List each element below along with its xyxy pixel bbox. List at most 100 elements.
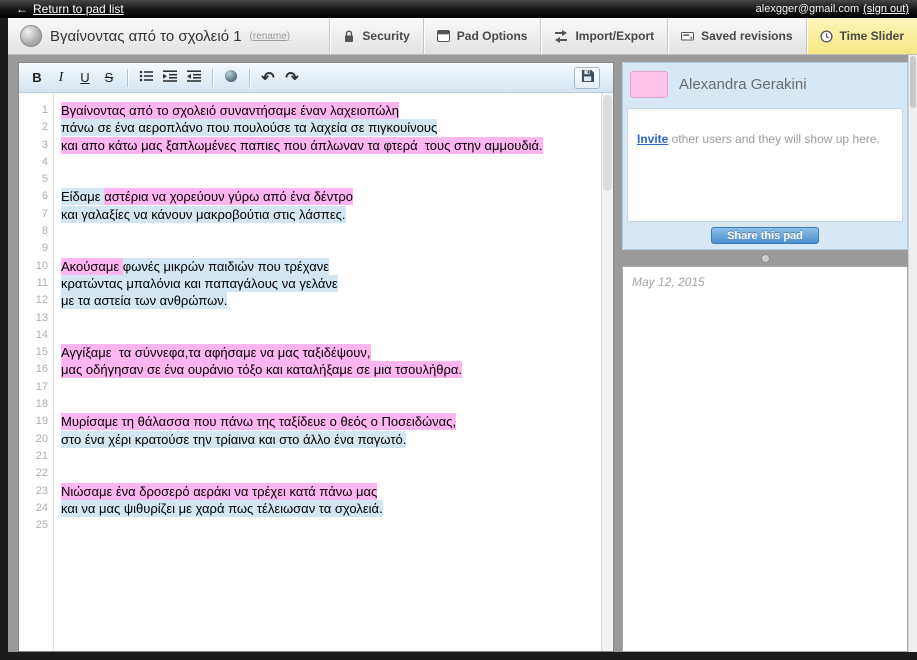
invite-link[interactable]: Invite: [637, 132, 668, 146]
text-segment: Νιώσαμε ένα δροσερό αεράκι να τρέχει κατ…: [61, 482, 378, 500]
line-number: 19: [35, 415, 48, 428]
save-disk-icon: [581, 69, 594, 87]
editor-line[interactable]: και γαλαξίες να κάνουν μακροβούτια στις …: [61, 205, 597, 223]
text-segment: κρατώντας μπαλόνια και παπαγάλους να γελ…: [61, 274, 338, 292]
editor-line[interactable]: [61, 396, 597, 413]
invite-box: Invite other users and they will show up…: [627, 108, 903, 222]
redo-button[interactable]: ↷: [281, 67, 303, 89]
editor-line[interactable]: [61, 379, 597, 396]
editor-line[interactable]: [61, 223, 597, 240]
editor-body: 1 2 3 4 5 6 7 8 9 10 11 12 13 14 15 16 17 18 19 20 21 22 23 24 2…: [19, 93, 613, 651]
import-export-button-label: Import/Export: [575, 29, 655, 43]
sign-out-link[interactable]: (sign out): [863, 3, 909, 15]
line-number: 18: [35, 398, 48, 411]
share-pad-button[interactable]: Share this pad: [711, 227, 819, 244]
line-number-gutter: 1 2 3 4 5 6 7 8 9 10 11 12 13 14 15 16 17 18 19 20 21 22 23 24 2…: [19, 93, 54, 651]
saved-revisions-button[interactable]: Saved revisions: [667, 18, 805, 54]
indent-button[interactable]: [159, 67, 181, 89]
indent-icon: [163, 70, 177, 85]
invite-text: other users and they will show up here.: [668, 132, 880, 146]
line-number: 24: [35, 501, 48, 514]
line-number: 17: [35, 380, 48, 393]
editor-line[interactable]: Αγγίξαμε τα σύννεφα,τα αφήσαμε να μας τα…: [61, 344, 597, 362]
strikethrough-button[interactable]: S: [98, 67, 120, 89]
editor-line[interactable]: και να μας ψιθυρίζει με χαρά πως τέλειωσ…: [61, 499, 597, 517]
editor-line[interactable]: [61, 448, 597, 465]
security-button[interactable]: Security: [329, 18, 422, 54]
editor-line[interactable]: με τα αστεία των ανθρώπων.: [61, 292, 597, 310]
editor-line[interactable]: [61, 327, 597, 344]
title-bar-buttons: Security Pad Options Import/Export Saved…: [329, 18, 917, 54]
title-bar: Βγαίνοντας από το σχολειό 1 (rename) Sec…: [8, 18, 917, 55]
editor-line[interactable]: Μυρίσαμε τη θάλασσα που πάνω της ταξίδευ…: [61, 413, 597, 431]
text-segment: αστέρια να χορεύουν γύρω από ένα δέντρο: [104, 188, 353, 206]
text-segment: Ακούσαμε: [61, 257, 123, 275]
line-number: 8: [41, 225, 48, 238]
pad-options-icon: [436, 30, 450, 42]
pad-options-button[interactable]: Pad Options: [422, 18, 541, 54]
time-slider-button[interactable]: Time Slider: [805, 18, 917, 54]
outdent-button[interactable]: [183, 67, 205, 89]
etherpad-app: ← Return to pad list alexgger@gmail.com …: [0, 0, 917, 660]
lock-icon: [343, 30, 355, 43]
editor-line[interactable]: μας οδήγησαν σε ένα ουράνιο τόξο και κατ…: [61, 361, 597, 379]
editor-line[interactable]: στο ένα χέρι κρατούσε την τρίαινα και στ…: [61, 430, 597, 448]
rename-link[interactable]: (rename): [250, 31, 291, 42]
italic-button[interactable]: I: [50, 67, 72, 89]
toolbar-separator: [249, 68, 250, 87]
line-number: 21: [35, 449, 48, 462]
save-revision-button[interactable]: [574, 66, 600, 89]
editor-line[interactable]: [61, 465, 597, 482]
editor-line[interactable]: [61, 310, 597, 327]
editor-line[interactable]: Είδαμε αστέρια να χορεύουν γύρω από ένα …: [61, 188, 597, 206]
pad-title-area: Βγαίνοντας από το σχολειό 1 (rename): [8, 18, 329, 54]
editor-line[interactable]: [61, 171, 597, 188]
pad-options-button-label: Pad Options: [456, 29, 528, 43]
editor-line[interactable]: [61, 240, 597, 257]
editor-line[interactable]: Νιώσαμε ένα δροσερό αεράκι να τρέχει κατ…: [61, 482, 597, 500]
text-segment: Είδαμε: [61, 188, 105, 206]
time-slider-clock-icon: [819, 29, 833, 43]
editor-scrollbar-thumb[interactable]: [603, 95, 612, 191]
line-number: 1: [41, 104, 48, 116]
editor-line[interactable]: [61, 154, 597, 171]
clear-authorship-button[interactable]: [220, 67, 242, 89]
user-name: Alexandra Gerakini: [679, 76, 807, 93]
editor-line[interactable]: [61, 517, 597, 534]
page-scrollbar-thumb[interactable]: [910, 56, 916, 108]
line-number: 25: [35, 519, 48, 532]
line-number: 11: [36, 276, 48, 289]
line-number: 23: [35, 484, 48, 497]
toolbar-separator: [212, 68, 213, 87]
line-number: 14: [35, 328, 48, 341]
editor-line[interactable]: Βγαίνοντας από το σχολειό συναντήσαμε έν…: [61, 102, 597, 119]
editor-scrollbar[interactable]: [601, 93, 613, 651]
time-slider-button-label: Time Slider: [839, 29, 904, 43]
import-export-button[interactable]: Import/Export: [540, 18, 667, 54]
text-segment: φωνές μικρών παιδιών που τρέχανε: [122, 257, 330, 275]
panel-resize-handle[interactable]: [761, 254, 770, 263]
underline-button[interactable]: U: [74, 67, 96, 89]
editor-line[interactable]: κρατώντας μπαλόνια και παπαγάλους να γελ…: [61, 274, 597, 292]
editor-line[interactable]: και απο κάτω μας ξαπλωμένες παπιες που ά…: [61, 136, 597, 154]
clear-authorship-icon: [224, 69, 238, 86]
workspace: B I U S ↶ ↷ 1 2 3 4 5 6 7 8 9 10 11 12 1…: [8, 55, 917, 652]
user-avatar[interactable]: [630, 71, 668, 98]
share-row: Share this pad: [623, 226, 907, 245]
user-row: Alexandra Gerakini: [623, 63, 907, 98]
line-number: 3: [41, 138, 48, 151]
bold-button[interactable]: B: [26, 67, 48, 89]
etherpad-logo-icon: [20, 25, 42, 47]
return-to-pad-list-link[interactable]: ← Return to pad list: [16, 2, 124, 16]
undo-button[interactable]: ↶: [257, 67, 279, 89]
bullet-list-button[interactable]: [135, 67, 157, 89]
text-segment: και γαλαξίες να κάνουν μακροβούτια στις …: [61, 205, 346, 223]
editor-line[interactable]: πάνω σε ένα αεροπλάνο που πουλούσε τα λα…: [61, 119, 597, 137]
users-panel: Alexandra Gerakini Invite other users an…: [622, 62, 908, 250]
editor-pane: B I U S ↶ ↷ 1 2 3 4 5 6 7 8 9 10 11 12 1…: [18, 62, 614, 652]
chat-panel[interactable]: May 12, 2015: [622, 266, 908, 652]
editor-lines[interactable]: Βγαίνοντας από το σχολειό συναντήσαμε έν…: [54, 93, 601, 651]
line-number: 20: [35, 432, 48, 445]
page-scrollbar[interactable]: [908, 55, 917, 652]
editor-line[interactable]: Ακούσαμε φωνές μικρών παιδιών που τρέχαν…: [61, 257, 597, 275]
